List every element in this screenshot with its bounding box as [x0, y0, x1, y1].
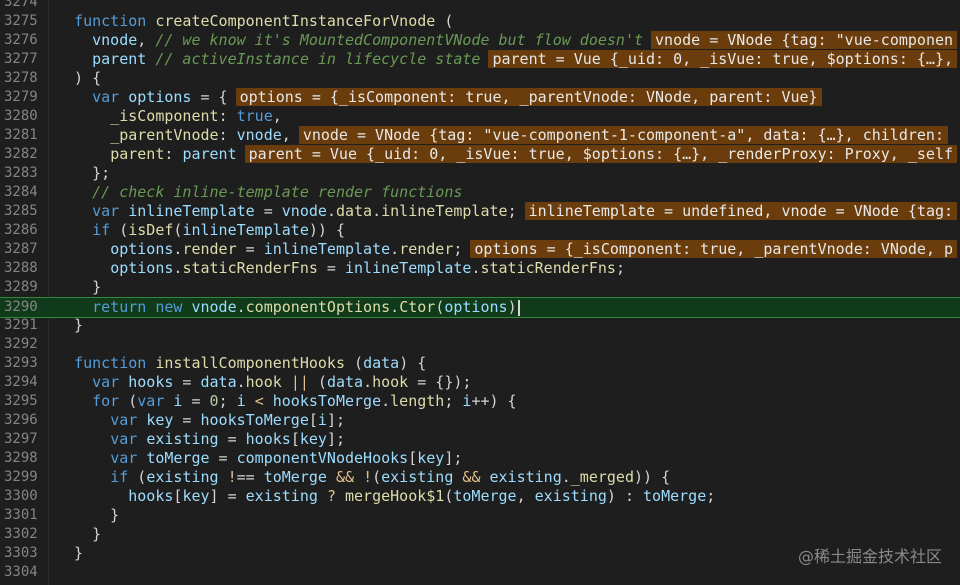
- code-text: }: [56, 278, 102, 296]
- inline-debug-value: vnode = VNode {tag: "vue-component-1-com…: [298, 126, 948, 144]
- code-line[interactable]: 3277 parent // activeInstance in lifecyc…: [0, 50, 960, 69]
- line-number[interactable]: 3299: [0, 468, 48, 487]
- line-number[interactable]: 3291: [0, 316, 48, 335]
- line-number[interactable]: 3283: [0, 164, 48, 183]
- code-line[interactable]: 3299 if (existing !== toMerge && !(exist…: [0, 468, 960, 487]
- code-text: var key = hooksToMerge[i];: [110, 411, 345, 429]
- inline-debug-value: options = {_isComponent: true, _parentVn…: [470, 240, 958, 258]
- line-number[interactable]: 3296: [0, 411, 48, 430]
- code-text: }: [56, 544, 84, 562]
- code-text: var hooks = data.hook || (data.hook = {}…: [92, 373, 472, 391]
- line-number[interactable]: 3279: [0, 88, 48, 107]
- code-line[interactable]: 3278 ) {: [0, 69, 960, 88]
- code-line[interactable]: 3284 // check inline-template render fun…: [0, 183, 960, 202]
- code-line[interactable]: 3294 var hooks = data.hook || (data.hook…: [0, 373, 960, 392]
- line-number[interactable]: 3300: [0, 487, 48, 506]
- code-text: }: [56, 525, 102, 543]
- line-number[interactable]: 3293: [0, 354, 48, 373]
- code-text: _parentVnode: vnode, vnode = VNode {tag: …: [56, 126, 948, 145]
- inline-debug-value: inlineTemplate = undefined, vnode = VNod…: [524, 202, 958, 220]
- code-line[interactable]: 3297 var existing = hooks[key];: [0, 430, 960, 449]
- line-number[interactable]: 3302: [0, 525, 48, 544]
- code-text: parent: parent parent = Vue {_uid: 0, _is…: [56, 145, 958, 164]
- code-text: function createComponentInstanceForVnode…: [74, 12, 454, 30]
- code-text: // check inline-template render function…: [92, 183, 463, 201]
- line-number[interactable]: 3285: [0, 202, 48, 221]
- code-editor[interactable]: 3274 3275 function createComponentInstanc…: [0, 0, 960, 585]
- inline-debug-value: options = {_isComponent: true, _parentVn…: [235, 88, 822, 106]
- code-line[interactable]: 3283 };: [0, 164, 960, 183]
- line-number[interactable]: 3276: [0, 31, 48, 50]
- line-number[interactable]: 3287: [0, 240, 48, 259]
- code-text: }: [56, 506, 120, 524]
- code-text: ) {: [56, 69, 102, 87]
- line-number[interactable]: 3297: [0, 430, 48, 449]
- code-line[interactable]: 3293 function installComponentHooks (dat…: [0, 354, 960, 373]
- text-cursor: [517, 299, 520, 316]
- code-text: vnode, // we know it's MountedComponentV…: [56, 31, 958, 50]
- code-text: for (var i = 0; i < hooksToMerge.length;…: [92, 392, 517, 410]
- code-line[interactable]: 3301 }: [0, 506, 960, 525]
- line-number[interactable]: 3282: [0, 145, 48, 164]
- code-text: options.render = inlineTemplate.render; o…: [56, 240, 958, 259]
- code-text: if (isDef(inlineTemplate)) {: [92, 221, 345, 239]
- line-number[interactable]: 3298: [0, 449, 48, 468]
- code-text: };: [56, 164, 111, 182]
- code-text: var options = {options = {_isComponent: …: [56, 88, 822, 107]
- line-number[interactable]: 3284: [0, 183, 48, 202]
- code-line[interactable]: 3276 vnode, // we know it's MountedCompo…: [0, 31, 960, 50]
- line-number[interactable]: 3286: [0, 221, 48, 240]
- code-line[interactable]: 3275 function createComponentInstanceFor…: [0, 12, 960, 31]
- code-line[interactable]: 3289 }: [0, 278, 960, 297]
- code-line[interactable]: 3282 parent: parent parent = Vue {_uid: 0…: [0, 145, 960, 164]
- code-text: var inlineTemplate = vnode.data.inlineTe…: [56, 202, 958, 221]
- line-number[interactable]: 3277: [0, 50, 48, 69]
- line-number[interactable]: 3304: [0, 563, 48, 582]
- code-line[interactable]: 3286 if (isDef(inlineTemplate)) {: [0, 221, 960, 240]
- code-line[interactable]: 3292: [0, 335, 960, 354]
- code-text: hooks[key] = existing ? mergeHook$1(toMe…: [128, 487, 716, 505]
- code-line[interactable]: 3280 _isComponent: true,: [0, 107, 960, 126]
- code-text: parent // activeInstance in lifecycle st…: [56, 50, 958, 69]
- code-text: options.staticRenderFns = inlineTemplate…: [110, 259, 625, 277]
- code-text: var toMerge = componentVNodeHooks[key];: [110, 449, 463, 467]
- code-line[interactable]: 3274: [0, 0, 960, 12]
- watermark: @稀土掘金技术社区: [797, 547, 942, 566]
- line-number[interactable]: 3290: [0, 298, 48, 317]
- code-line[interactable]: 3281 _parentVnode: vnode, vnode = VNode {…: [0, 126, 960, 145]
- code-text: return new vnode.componentOptions.Ctor(o…: [56, 298, 520, 317]
- line-number[interactable]: 3280: [0, 107, 48, 126]
- code-line[interactable]: 3295 for (var i = 0; i < hooksToMerge.le…: [0, 392, 960, 411]
- line-number[interactable]: 3294: [0, 373, 48, 392]
- code-text: var existing = hooks[key];: [110, 430, 345, 448]
- code-line[interactable]: 3287 options.render = inlineTemplate.ren…: [0, 240, 960, 259]
- code-line[interactable]: 3291 }: [0, 316, 960, 335]
- code-line[interactable]: 3302 }: [0, 525, 960, 544]
- inline-debug-value: parent = Vue {_uid: 0, _isVue: true, $op…: [244, 145, 958, 163]
- line-number[interactable]: 3301: [0, 506, 48, 525]
- inline-debug-value: parent = Vue {_uid: 0, _isVue: true, $op…: [488, 50, 958, 68]
- line-number[interactable]: 3281: [0, 126, 48, 145]
- current-line[interactable]: 3290 return new vnode.componentOptions.C…: [0, 297, 960, 318]
- line-number[interactable]: 3278: [0, 69, 48, 88]
- code-line[interactable]: 3288 options.staticRenderFns = inlineTem…: [0, 259, 960, 278]
- inline-debug-value: vnode = VNode {tag: "vue-componen: [651, 31, 958, 49]
- code-line[interactable]: 3279 var options = {options = {_isCompon…: [0, 88, 960, 107]
- code-text: if (existing !== toMerge && !(existing &…: [110, 468, 671, 486]
- code-line[interactable]: 3296 var key = hooksToMerge[i];: [0, 411, 960, 430]
- line-number[interactable]: 3295: [0, 392, 48, 411]
- line-number[interactable]: 3292: [0, 335, 48, 354]
- line-number[interactable]: 3275: [0, 12, 48, 31]
- line-number[interactable]: 3289: [0, 278, 48, 297]
- code-line[interactable]: 3285 var inlineTemplate = vnode.data.inl…: [0, 202, 960, 221]
- code-text: }: [56, 316, 84, 334]
- code-line[interactable]: 3298 var toMerge = componentVNodeHooks[k…: [0, 449, 960, 468]
- code-line[interactable]: 3300 hooks[key] = existing ? mergeHook$1…: [0, 487, 960, 506]
- line-number[interactable]: 3303: [0, 544, 48, 563]
- code-text: _isComponent: true,: [110, 107, 282, 125]
- line-number[interactable]: 3288: [0, 259, 48, 278]
- line-number[interactable]: 3274: [0, 0, 48, 12]
- code-text: function installComponentHooks (data) {: [74, 354, 427, 372]
